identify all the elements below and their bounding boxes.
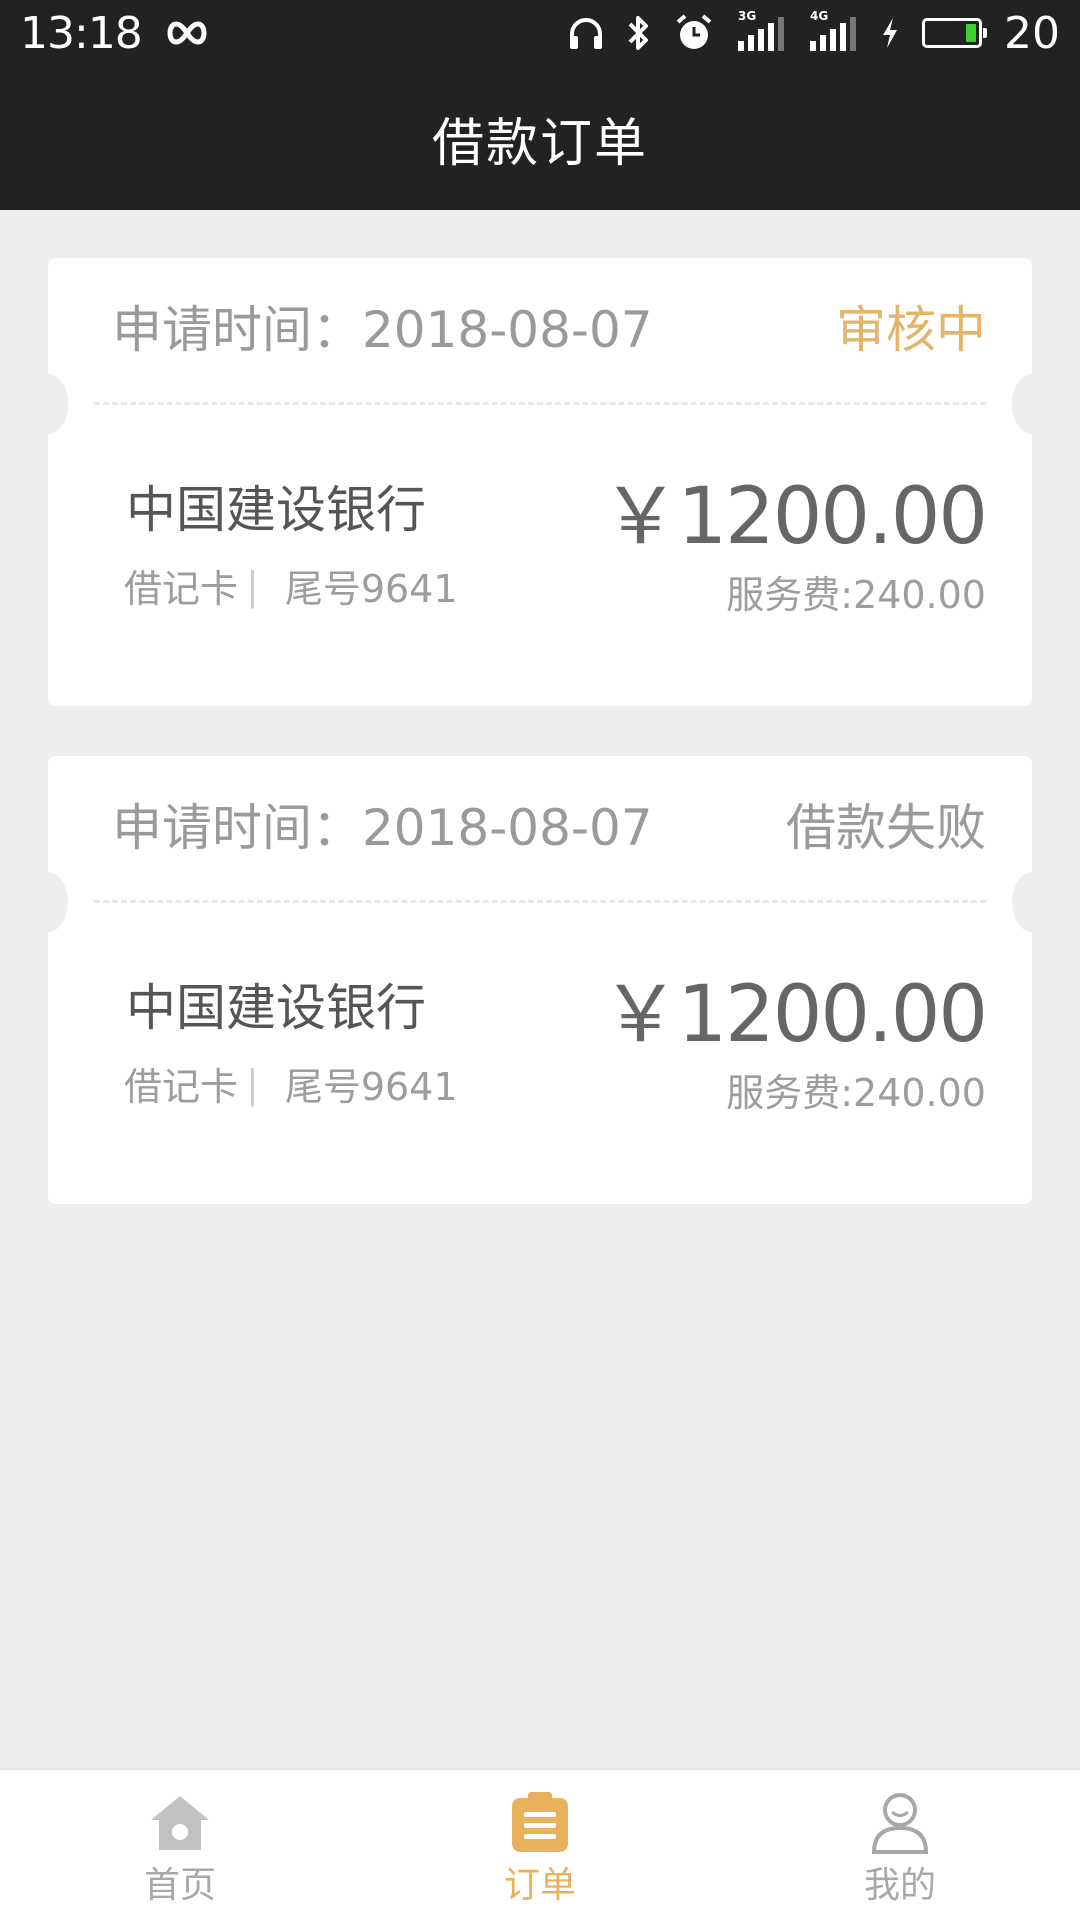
loan-amount: ￥1200.00 [601, 970, 988, 1060]
bottom-tab-bar: 首页 订单 我的 [0, 1768, 1080, 1920]
apply-time: 申请时间：2018-08-07 [112, 799, 653, 857]
home-icon [147, 1792, 213, 1854]
bank-name: 中国建设银行 [126, 979, 426, 1037]
status-left: 13:18 [20, 8, 210, 59]
status-right: 3G 4G 20 [568, 8, 1060, 59]
signal-4g-icon: 4G [808, 9, 858, 53]
alarm-clock-icon [674, 13, 714, 53]
card-info-separator: | [246, 563, 259, 608]
tab-orders[interactable]: 订单 [360, 1770, 720, 1920]
network-4g-label: 4G [810, 9, 829, 23]
card-notch-right [1012, 374, 1052, 434]
card-type: 借记卡 [124, 567, 239, 611]
card-info: 借记卡 | 尾号9641 [124, 1056, 458, 1111]
tab-label: 首页 [143, 1865, 216, 1906]
card-notch-left [28, 872, 68, 932]
signal-3g-icon: 3G [736, 9, 786, 53]
order-card[interactable]: 申请时间：2018-08-07 审核中 中国建设银行 借记卡 | 尾号9641 … [28, 258, 1052, 706]
status-bar: 13:18 3G 4G 20 [0, 0, 1080, 66]
headphones-icon [568, 16, 604, 50]
card-tail-number: 尾号9641 [284, 1065, 458, 1109]
charging-bolt-icon [880, 16, 900, 50]
tab-profile[interactable]: 我的 [720, 1770, 1080, 1920]
card-notch-right [1012, 872, 1052, 932]
order-list: 申请时间：2018-08-07 审核中 中国建设银行 借记卡 | 尾号9641 … [28, 258, 1052, 1254]
dashed-divider [94, 402, 986, 405]
status-time: 13:18 [20, 7, 143, 59]
bank-name: 中国建设银行 [126, 481, 426, 539]
loan-amount: ￥1200.00 [601, 472, 988, 562]
tab-home[interactable]: 首页 [0, 1770, 360, 1920]
bluetooth-icon [626, 14, 652, 52]
card-info: 借记卡 | 尾号9641 [124, 558, 458, 613]
card-tail-number: 尾号9641 [284, 567, 458, 611]
page-title: 借款订单 [431, 113, 648, 174]
order-card[interactable]: 申请时间：2018-08-07 借款失败 中国建设银行 借记卡 | 尾号9641… [28, 756, 1052, 1204]
order-list-icon [510, 1792, 570, 1854]
card-type: 借记卡 [124, 1065, 239, 1109]
order-card-header: 申请时间：2018-08-07 借款失败 [112, 794, 986, 857]
service-fee: 服务费:240.00 [726, 1071, 986, 1115]
battery-fill [966, 24, 976, 42]
apply-time: 申请时间：2018-08-07 [112, 301, 653, 359]
user-profile-icon [870, 1792, 930, 1854]
nav-bar: 借款订单 [0, 66, 1080, 210]
service-fee: 服务费:240.00 [726, 573, 986, 617]
card-info-separator: | [246, 1061, 259, 1106]
card-notch-left [28, 374, 68, 434]
order-card-header: 申请时间：2018-08-07 审核中 [112, 296, 986, 359]
tab-label: 订单 [503, 1865, 576, 1906]
order-status-badge: 借款失败 [786, 799, 986, 857]
dashed-divider [94, 900, 986, 903]
network-3g-label: 3G [738, 9, 757, 23]
battery-percent: 20 [1004, 7, 1060, 59]
order-status-badge: 审核中 [836, 301, 986, 359]
battery-icon [922, 18, 987, 48]
tab-label: 我的 [863, 1865, 936, 1906]
infinity-icon [164, 20, 210, 46]
